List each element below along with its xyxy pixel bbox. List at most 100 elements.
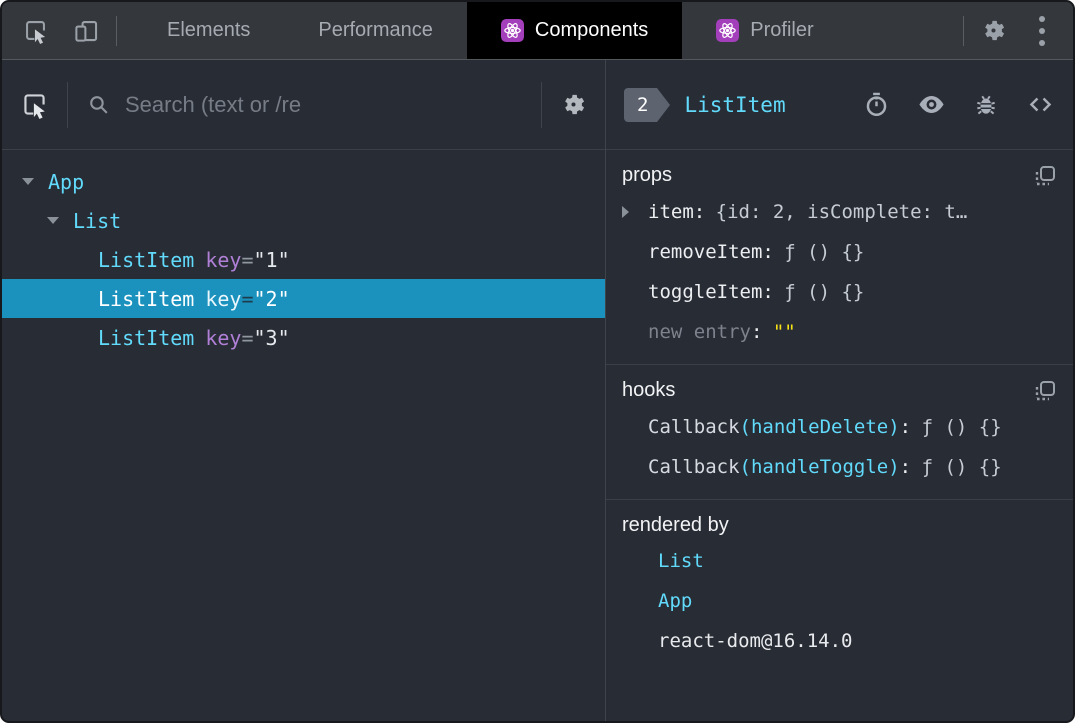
tab-label: Profiler <box>750 19 814 41</box>
inspector-panel: 2 ListItem props item: {id: 2, isComplet… <box>605 60 1073 721</box>
selected-component-name: ListItem <box>684 92 786 117</box>
main-area: App List ListItem key = "1" ListItem <box>2 60 1073 721</box>
rendered-by-section: rendered by List App react-dom@16.14.0 <box>606 500 1073 721</box>
tabbar-icon-group <box>2 2 100 59</box>
tree-row-app[interactable]: App <box>2 162 605 201</box>
settings-gear-icon[interactable] <box>980 17 1007 44</box>
prop-value: ƒ () {} <box>784 281 865 303</box>
prop-value: {id: 2, isComplete: t… <box>715 201 968 223</box>
eye-inspect-dom-icon[interactable] <box>917 90 946 119</box>
prop-row-toggleitem[interactable]: toggleItem: ƒ () {} <box>622 272 1057 312</box>
props-section-head: props <box>622 164 1057 188</box>
rendered-by-list-link[interactable]: List <box>622 541 1057 581</box>
prop-name: item: <box>648 201 706 223</box>
search-input[interactable] <box>125 91 523 118</box>
tab-label: Elements <box>167 19 251 41</box>
expand-arrow-icon[interactable] <box>622 206 648 218</box>
component-name: ListItem <box>98 286 195 311</box>
collapse-arrow-icon[interactable] <box>47 217 73 224</box>
prop-row-new-entry[interactable]: new entry : "" <box>622 312 1057 352</box>
hook-type: Callback <box>648 456 740 478</box>
copy-icon[interactable] <box>1033 379 1057 403</box>
prop-row-item[interactable]: item: {id: 2, isComplete: t… <box>622 192 1057 232</box>
key-attr-eq: = <box>241 247 254 272</box>
hook-sep: : <box>899 456 912 478</box>
owners-stack-badge[interactable]: 2 <box>624 87 672 122</box>
hook-row-handledelete[interactable]: Callback (handleDelete) : ƒ () {} <box>622 407 1057 447</box>
hooks-section: hooks Callback (handleDelete) : ƒ () {} … <box>606 365 1073 500</box>
view-source-code-icon[interactable] <box>1026 90 1055 119</box>
owner-link[interactable]: App <box>658 590 692 612</box>
new-entry-label[interactable]: new entry <box>648 321 751 343</box>
inspector-header-icons <box>863 90 1055 119</box>
key-attr-name: key <box>205 325 242 350</box>
owner-link[interactable]: List <box>658 550 704 572</box>
new-entry-sep: : <box>750 321 763 343</box>
tab-components[interactable]: Components <box>466 2 683 59</box>
component-name: ListItem <box>98 325 195 350</box>
key-attr-value: "1" <box>253 247 290 272</box>
copy-icon[interactable] <box>1033 164 1057 188</box>
tabbar-right-group <box>947 2 1073 59</box>
collapse-arrow-icon[interactable] <box>22 178 48 185</box>
hook-sep: : <box>899 416 912 438</box>
prop-value: ƒ () {} <box>784 241 865 263</box>
component-name: ListItem <box>98 247 195 272</box>
hook-fn-name: (handleToggle) <box>739 456 900 478</box>
props-section: props item: {id: 2, isComplete: t… remov… <box>606 150 1073 365</box>
key-attr-name: key <box>205 286 242 311</box>
tab-label: Components <box>534 19 649 41</box>
key-attr-eq: = <box>241 325 254 350</box>
hooks-title: hooks <box>622 379 676 401</box>
tab-performance[interactable]: Performance <box>284 2 467 59</box>
tree-row-listitem-2-selected[interactable]: ListItem key = "2" <box>2 279 605 318</box>
inspect-component-icon[interactable] <box>20 90 49 119</box>
devtools-window: Elements Performance Components Profiler… <box>0 0 1075 723</box>
divider <box>116 15 117 46</box>
rendered-by-head: rendered by <box>622 514 1057 537</box>
devtools-tabbar: Elements Performance Components Profiler <box>2 2 1073 60</box>
tab-profiler[interactable]: Profiler <box>682 2 847 59</box>
tab-elements[interactable]: Elements <box>133 2 284 59</box>
divider <box>963 15 964 46</box>
key-attr-name: key <box>205 247 242 272</box>
badge-count: 2 <box>637 93 649 116</box>
component-name: List <box>73 208 122 233</box>
tree-row-listitem-3[interactable]: ListItem key = "3" <box>2 318 605 357</box>
prop-row-removeitem[interactable]: removeItem: ƒ () {} <box>622 232 1057 272</box>
hook-value: ƒ () {} <box>921 416 1002 438</box>
search-icon <box>86 92 111 117</box>
hook-row-handletoggle[interactable]: Callback (handleToggle) : ƒ () {} <box>622 447 1057 487</box>
inspector-header: 2 ListItem <box>606 60 1073 150</box>
more-options-kebab-icon[interactable] <box>1033 12 1051 50</box>
hooks-section-head: hooks <box>622 379 1057 403</box>
inspect-element-icon[interactable] <box>22 17 49 44</box>
rendered-by-app-link[interactable]: App <box>622 581 1057 621</box>
divider <box>67 81 68 128</box>
react-atom-icon <box>500 19 524 42</box>
settings-gear-icon[interactable] <box>560 91 587 118</box>
bug-log-icon[interactable] <box>973 92 999 118</box>
hook-fn-name: (handleDelete) <box>739 416 900 438</box>
key-attr-value: "2" <box>253 286 290 311</box>
props-title: props <box>622 164 673 186</box>
hook-type: Callback <box>648 416 740 438</box>
new-entry-value[interactable]: "" <box>773 321 796 343</box>
tree-row-list[interactable]: List <box>2 201 605 240</box>
tree-row-listitem-1[interactable]: ListItem key = "1" <box>2 240 605 279</box>
divider <box>541 81 542 128</box>
tree-toolbar <box>2 60 605 150</box>
key-attr-value: "3" <box>253 325 290 350</box>
tab-label: Performance <box>318 19 433 41</box>
prop-name: removeItem: <box>648 241 774 263</box>
renderer-version-label: react-dom@16.14.0 <box>658 630 853 652</box>
toggle-device-toolbar-icon[interactable] <box>73 17 100 44</box>
component-name: App <box>48 169 85 194</box>
rendered-by-title: rendered by <box>622 514 729 536</box>
stopwatch-suspend-icon[interactable] <box>863 91 890 118</box>
rendered-by-renderer: react-dom@16.14.0 <box>622 621 1057 661</box>
components-tree-panel: App List ListItem key = "1" ListItem <box>2 60 605 721</box>
component-tree: App List ListItem key = "1" ListItem key… <box>2 150 605 721</box>
key-attr-eq: = <box>241 286 254 311</box>
prop-name: toggleItem: <box>648 281 774 303</box>
